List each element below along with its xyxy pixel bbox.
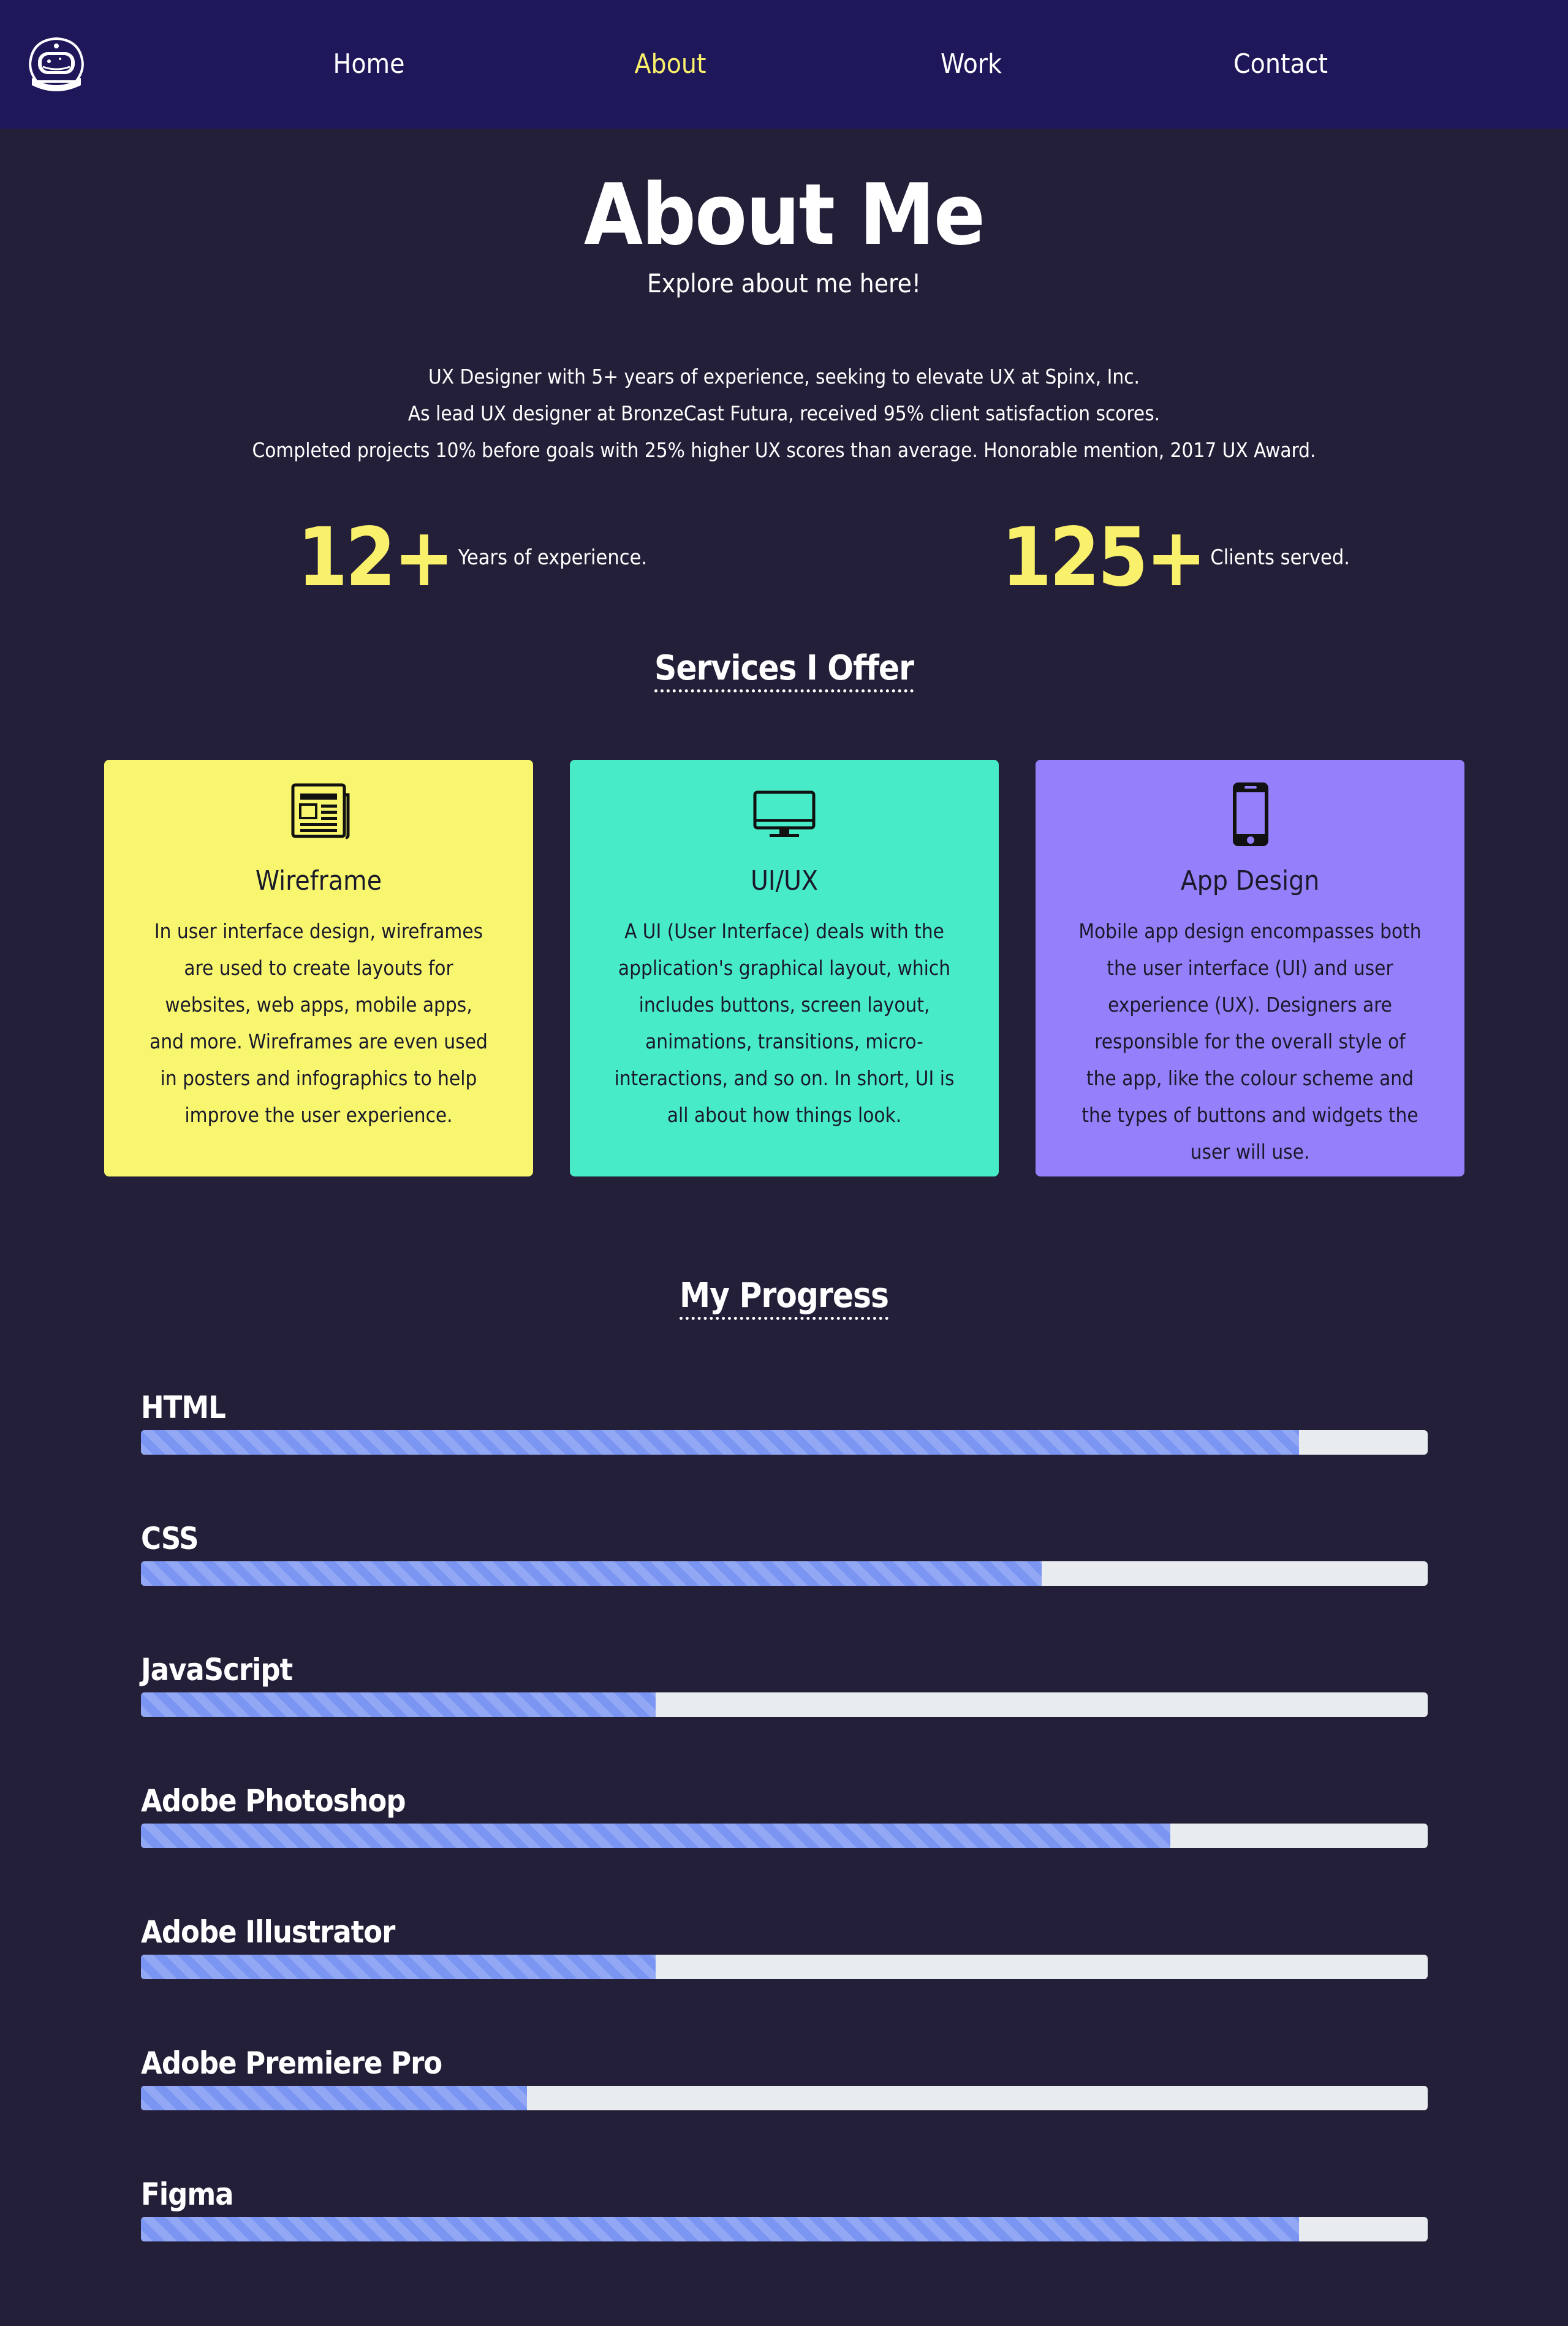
stat-clients: 125+ Clients served. — [1001, 515, 1350, 600]
astronaut-helmet-icon[interactable] — [25, 34, 88, 95]
skill-row: HTML — [141, 1386, 1428, 1455]
progress-bar-track — [141, 1824, 1428, 1848]
nav-contact[interactable]: Contact — [1233, 43, 1328, 86]
progress-bar-fill — [141, 1692, 656, 1717]
navbar: Home About Work Contact — [0, 0, 1568, 129]
nav-home[interactable]: Home — [333, 43, 405, 86]
bio-text: UX Designer with 5+ years of experience,… — [0, 358, 1568, 469]
desktop-monitor-icon — [570, 781, 999, 849]
stat-experience: 12+ Years of experience. — [297, 515, 647, 600]
progress-bar-fill — [141, 2217, 1299, 2241]
progress-bar-fill — [141, 2086, 527, 2110]
progress-bar-fill — [141, 1561, 1042, 1586]
service-card-wireframe: Wireframe In user interface design, wire… — [104, 760, 533, 1176]
service-card-uiux: UI/UX A UI (User Interface) deals with t… — [570, 760, 999, 1176]
nav-about[interactable]: About — [634, 43, 706, 86]
progress-bar-track — [141, 1692, 1428, 1717]
skill-row: CSS — [141, 1517, 1428, 1586]
skill-name: Adobe Photoshop — [141, 1783, 406, 1819]
newspaper-icon — [104, 781, 533, 849]
skill-name: Adobe Premiere Pro — [141, 2045, 442, 2081]
mobile-phone-icon — [1036, 781, 1464, 849]
stat-label: Clients served. — [1210, 545, 1350, 570]
card-text: A UI (User Interface) deals with the app… — [614, 919, 955, 1127]
skill-name: CSS — [141, 1521, 199, 1556]
progress-bar-track — [141, 2217, 1428, 2241]
skill-row: JavaScript — [141, 1648, 1428, 1717]
skill-row: Adobe Illustrator — [141, 1911, 1428, 1979]
skill-row: Figma — [141, 2173, 1428, 2241]
skill-name: Adobe Illustrator — [141, 1914, 395, 1950]
card-title: App Design — [1180, 865, 1320, 896]
card-text: In user interface design, wireframes are… — [150, 919, 488, 1127]
stat-label: Years of experience. — [458, 545, 648, 570]
skill-name: Figma — [141, 2176, 234, 2212]
card-text: Mobile app design encompasses both the u… — [1078, 919, 1422, 1164]
progress-bar-track — [141, 1955, 1428, 1979]
bio-line: Completed projects 10% before goals with… — [252, 438, 1316, 462]
bio-line: UX Designer with 5+ years of experience,… — [428, 365, 1140, 388]
page-title: About Me — [583, 165, 985, 264]
progress-heading: My Progress — [0, 1276, 1568, 1320]
progress-bar-track — [141, 1561, 1428, 1586]
bio-line: As lead UX designer at BronzeCast Futura… — [407, 401, 1161, 425]
stat-number: 125+ — [1001, 510, 1206, 605]
service-card-app-design: App Design Mobile app design encompasses… — [1036, 760, 1464, 1176]
skill-row: Adobe Photoshop — [141, 1779, 1428, 1848]
progress-bar-track — [141, 1430, 1428, 1455]
card-title: Wireframe — [255, 865, 382, 896]
progress-bar-fill — [141, 1824, 1170, 1848]
skill-name: HTML — [141, 1390, 226, 1425]
progress-bar-fill — [141, 1955, 656, 1979]
skill-row: Adobe Premiere Pro — [141, 2042, 1428, 2110]
nav-work[interactable]: Work — [941, 43, 1002, 86]
skill-name: JavaScript — [141, 1652, 293, 1688]
services-heading: Services I Offer — [0, 648, 1568, 692]
progress-bar-track — [141, 2086, 1428, 2110]
progress-title: My Progress — [680, 1276, 889, 1320]
progress-bar-fill — [141, 1430, 1299, 1455]
page-subtitle: Explore about me here! — [647, 268, 921, 298]
stat-number: 12+ — [297, 510, 455, 605]
card-title: UI/UX — [750, 865, 819, 896]
services-title: Services I Offer — [654, 648, 914, 692]
